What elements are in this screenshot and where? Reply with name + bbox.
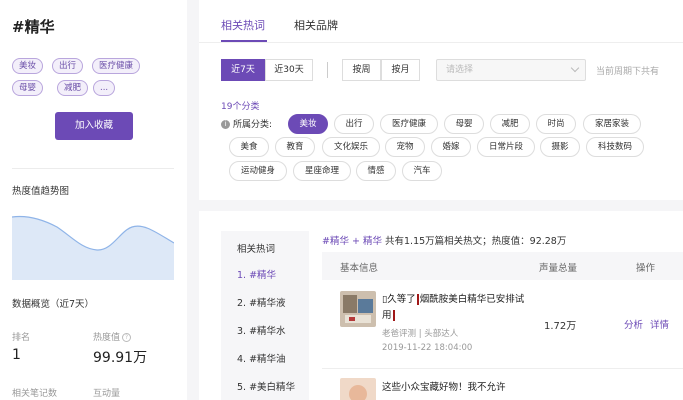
tab-related-brands[interactable]: 相关品牌 (294, 17, 338, 33)
category-chip[interactable]: 婚嫁 (431, 137, 471, 157)
keyword-summary: #精华 + 精华 共有1.15万篇相关热文；热度值：92.28万 (322, 236, 567, 247)
tag-title: #精华 (12, 18, 55, 36)
heat-value: 99.91万 (93, 350, 148, 366)
details-link[interactable]: 详情 (650, 317, 669, 331)
analyze-link[interactable]: 分析 (624, 317, 643, 331)
category-chip[interactable]: 医疗健康 (380, 114, 438, 134)
category-label: i 所属分类: (221, 117, 272, 130)
trend-chart (12, 215, 174, 280)
keyword-item[interactable]: 1. #精华 (237, 267, 276, 281)
interaction-label: 互动量 (93, 389, 121, 399)
rank-label: 排名 (12, 333, 31, 343)
by-month-button[interactable]: 按月 (381, 59, 420, 81)
category-chip[interactable]: 出行 (334, 114, 374, 134)
tag-sidebar: #精华 美妆 出行 医疗健康 母婴 减肥 ... 加入收藏 热度值趋势图 数据概… (0, 0, 187, 400)
filter-panel: 相关热词 相关品牌 近7天 近30天 按周 按月 请选择 当前周期下共有 19个… (199, 0, 683, 200)
article-thumbnail[interactable] (340, 291, 376, 327)
category-chip[interactable]: 星座命理 (293, 161, 351, 181)
divider (327, 62, 328, 78)
category-chip[interactable]: 摄影 (540, 137, 580, 157)
chevron-down-icon (570, 63, 580, 73)
category-chip[interactable]: 汽车 (402, 161, 442, 181)
row-divider (322, 368, 683, 369)
article-date: 2019-11-22 18:04:00 (382, 343, 473, 353)
period-summary-text: 当前周期下共有 (596, 67, 660, 77)
trend-area (12, 216, 174, 280)
range-30days-button[interactable]: 近30天 (265, 59, 313, 81)
category-chip[interactable]: 情感 (356, 161, 396, 181)
category-chip[interactable]: 时尚 (536, 114, 576, 134)
article-thumbnail[interactable] (340, 378, 376, 400)
article-title[interactable]: ▯久等了 烟酰胺美白精华已安排试用 (382, 292, 532, 324)
rank-value: 1 (12, 347, 21, 363)
keyword-list-title: 相关热词 (237, 244, 276, 255)
category-chip[interactable]: 教育 (275, 137, 315, 157)
category-chip[interactable]: 减肥 (490, 114, 530, 134)
article-title[interactable]: 这些小众宝藏好物！我不允许 (382, 380, 532, 396)
tab-related-keywords[interactable]: 相关热词 (221, 17, 265, 33)
more-tags-chip[interactable]: ... (93, 80, 115, 96)
tag-chip[interactable]: 美妆 (12, 58, 44, 74)
keyword-content-panel: 相关热词 1. #精华 2. #精华液 3. #精华水 4. #精华油 5. #… (199, 211, 683, 400)
category-chip[interactable]: 宠物 (385, 137, 425, 157)
tag-chip[interactable]: 母婴 (12, 80, 44, 96)
tag-chip[interactable]: 医疗健康 (92, 58, 141, 74)
overview-title: 数据概览（近7天） (12, 299, 95, 310)
keyword-item[interactable]: 5. #美白精华 (237, 379, 295, 393)
article-author[interactable]: 老爸评测 | 头部达人 (382, 327, 458, 339)
category-chip[interactable]: 母婴 (444, 114, 484, 134)
header-actions: 操作 (636, 263, 656, 274)
article-volume: 1.72万 (544, 321, 577, 332)
period-select[interactable]: 请选择 (436, 59, 586, 81)
header-basic-info: 基本信息 (340, 263, 379, 274)
range-7days-button[interactable]: 近7天 (221, 59, 265, 81)
category-chip[interactable]: 家居家装 (583, 114, 641, 134)
notes-count-label: 相关笔记数 (12, 389, 58, 399)
category-chip[interactable]: 运动健身 (229, 161, 287, 181)
category-chip[interactable]: 文化娱乐 (322, 137, 380, 157)
divider (199, 42, 683, 43)
divider (12, 168, 174, 169)
keyword-list: 相关热词 1. #精华 2. #精华液 3. #精华水 4. #精华油 5. #… (221, 231, 309, 400)
category-chip[interactable]: 科技数码 (586, 137, 644, 157)
trend-chart-title: 热度值趋势图 (12, 186, 70, 197)
heat-label: 热度值? (93, 330, 132, 343)
keyword-item[interactable]: 2. #精华液 (237, 295, 286, 309)
by-week-button[interactable]: 按周 (342, 59, 381, 81)
table-header: 基本信息 声量总量 操作 (322, 252, 683, 280)
tag-chip[interactable]: 出行 (52, 58, 84, 74)
keyword-item[interactable]: 4. #精华油 (237, 351, 286, 365)
info-icon[interactable]: ? (122, 333, 132, 342)
info-icon[interactable]: i (221, 120, 230, 129)
category-count: 19个分类 (221, 102, 260, 112)
category-chip[interactable]: 日常片段 (477, 137, 535, 157)
header-volume: 声量总量 (539, 263, 578, 274)
add-favorite-button[interactable]: 加入收藏 (55, 112, 133, 140)
tag-chip[interactable]: 减肥 (57, 80, 89, 96)
category-chip[interactable]: 美食 (229, 137, 269, 157)
keyword-item[interactable]: 3. #精华水 (237, 323, 286, 337)
category-chip[interactable]: 美妆 (288, 114, 328, 134)
